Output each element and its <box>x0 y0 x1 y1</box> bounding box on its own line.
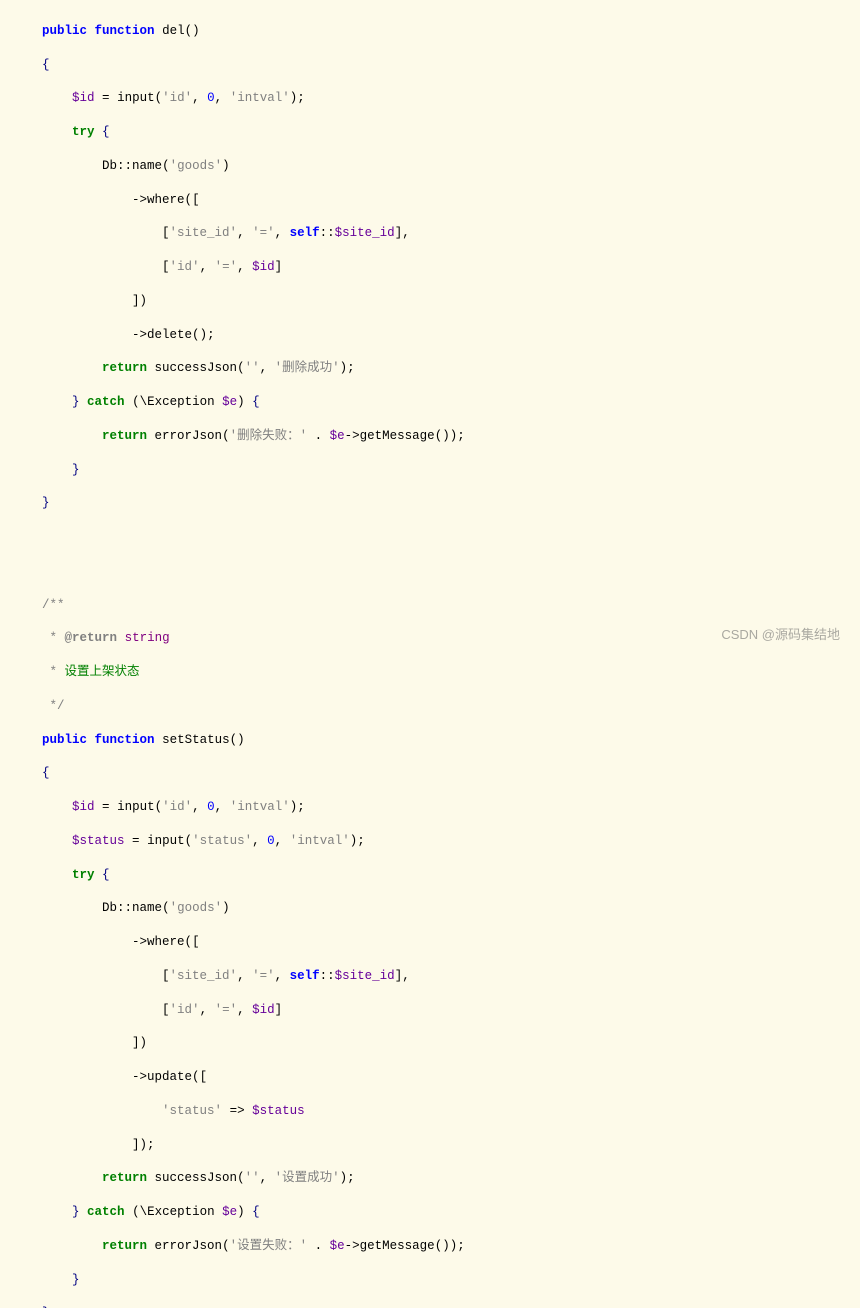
code-line: Db::name('goods') <box>0 900 860 917</box>
code-line: { <box>0 765 860 782</box>
code-line: public function del() <box>0 23 860 40</box>
code-line <box>0 563 860 580</box>
code-line: { <box>0 57 860 74</box>
keyword-public: public <box>42 24 87 38</box>
code-line: Db::name('goods') <box>0 158 860 175</box>
keyword-function: function <box>95 24 155 38</box>
code-line: ['site_id', '=', self::$site_id], <box>0 225 860 242</box>
docblock-line: * 设置上架状态 <box>0 664 860 681</box>
function-name: setStatus <box>162 733 230 747</box>
code-line: return errorJson('设置失败：' . $e->getMessag… <box>0 1238 860 1255</box>
docblock-open: /** <box>0 597 860 614</box>
code-line: ->update([ <box>0 1069 860 1086</box>
keyword-catch: catch <box>87 395 125 409</box>
code-line: ->where([ <box>0 934 860 951</box>
code-block: public function del() { $id = input('id'… <box>0 0 860 1308</box>
code-line: } <box>0 495 860 512</box>
code-line: ]) <box>0 293 860 310</box>
code-line: ->where([ <box>0 192 860 209</box>
variable: $id <box>72 91 95 105</box>
code-line: return successJson('', '删除成功'); <box>0 360 860 377</box>
code-line: } catch (\Exception $e) { <box>0 1204 860 1221</box>
code-line: ['id', '=', $id] <box>0 259 860 276</box>
code-line: } <box>0 462 860 479</box>
code-line: ->delete(); <box>0 327 860 344</box>
code-line: 'status' => $status <box>0 1103 860 1120</box>
code-line: } <box>0 1272 860 1289</box>
code-line: ]); <box>0 1137 860 1154</box>
code-line: $id = input('id', 0, 'intval'); <box>0 799 860 816</box>
code-line: try { <box>0 124 860 141</box>
code-line: $status = input('status', 0, 'intval'); <box>0 833 860 850</box>
watermark-text: CSDN @源码集结地 <box>721 626 840 644</box>
function-name: del <box>162 24 185 38</box>
code-line: public function setStatus() <box>0 732 860 749</box>
code-line: return errorJson('删除失败：' . $e->getMessag… <box>0 428 860 445</box>
keyword-try: try <box>72 125 95 139</box>
code-line: try { <box>0 867 860 884</box>
variable: $status <box>72 834 125 848</box>
code-line <box>0 529 860 546</box>
code-line: ['site_id', '=', self::$site_id], <box>0 968 860 985</box>
code-line: ]) <box>0 1035 860 1052</box>
code-line: return successJson('', '设置成功'); <box>0 1170 860 1187</box>
code-line: ['id', '=', $id] <box>0 1002 860 1019</box>
code-line: } catch (\Exception $e) { <box>0 394 860 411</box>
code-line: } <box>0 1305 860 1308</box>
code-line: $id = input('id', 0, 'intval'); <box>0 90 860 107</box>
docblock-close: */ <box>0 698 860 715</box>
keyword-return: return <box>102 361 147 375</box>
